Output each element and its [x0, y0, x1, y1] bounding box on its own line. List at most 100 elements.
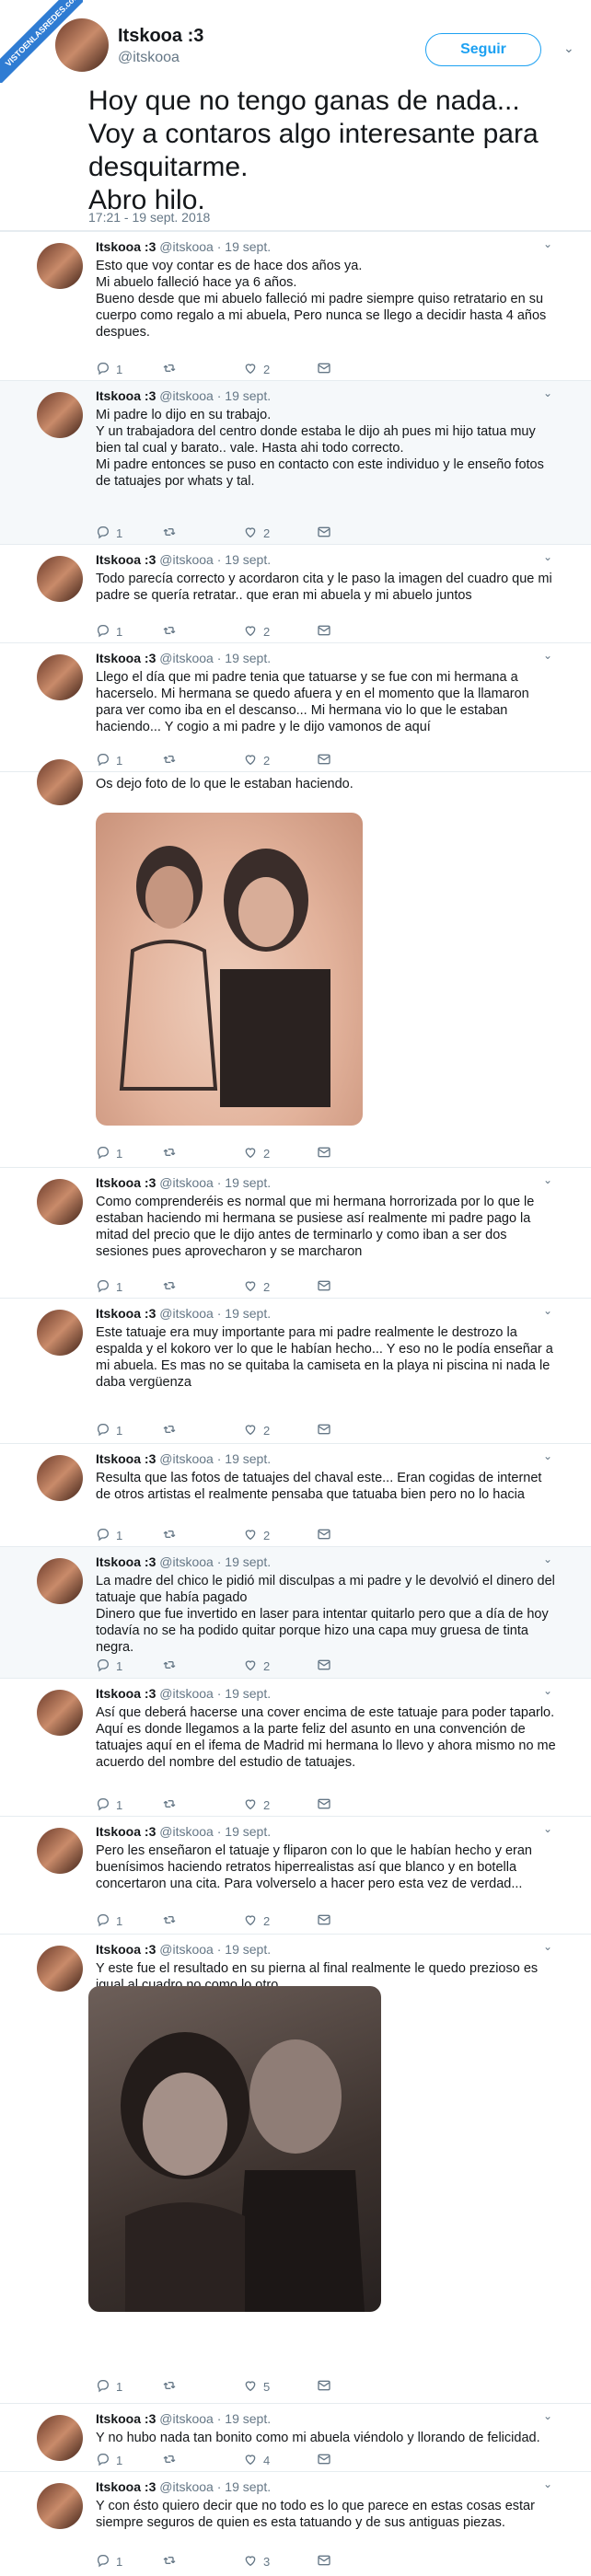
reply-button[interactable]: 1	[96, 1278, 122, 1296]
display-name[interactable]: Itskooa :3	[96, 1175, 156, 1190]
reply-button[interactable]: 1	[96, 1145, 122, 1162]
tweet-date[interactable]: 19 sept.	[225, 1686, 271, 1701]
tweet[interactable]: Itskooa :3 @itskooa · 19 sept. ⌄ Pero les …	[0, 1816, 591, 1934]
reply-button[interactable]: 1	[96, 2378, 122, 2396]
user-handle[interactable]: @itskooa	[159, 552, 214, 567]
retweet-button[interactable]	[162, 525, 182, 542]
tweet-date[interactable]: 19 sept.	[225, 552, 271, 567]
retweet-button[interactable]	[162, 1796, 182, 1814]
retweet-button[interactable]	[162, 1422, 182, 1439]
avatar[interactable]	[37, 556, 83, 602]
chevron-down-icon[interactable]: ⌄	[543, 387, 552, 399]
tweet-date[interactable]: 19 sept.	[225, 1451, 271, 1466]
tweet[interactable]: Itskooa :3 @itskooa · 19 sept. ⌄ Así que d…	[0, 1678, 591, 1816]
message-button[interactable]	[317, 623, 331, 641]
tweet[interactable]: Itskooa :3 @itskooa · 19 sept. ⌄ Mi padre …	[0, 380, 591, 544]
avatar[interactable]	[37, 1946, 83, 1992]
tweet[interactable]: Itskooa :3 @itskooa · 19 sept. ⌄ Y no hubo…	[0, 2403, 591, 2471]
user-handle[interactable]: @itskooa	[159, 2411, 214, 2426]
retweet-button[interactable]	[162, 1527, 182, 1544]
tweet[interactable]: Itskooa :3 @itskooa · 19 sept. ⌄ Y este fu…	[0, 1934, 591, 2403]
chevron-down-icon[interactable]: ⌄	[543, 1173, 552, 1186]
like-button[interactable]: 2	[243, 752, 270, 769]
tweet[interactable]: Itskooa :3 @itskooa · 19 sept. ⌄ Y con ést…	[0, 2471, 591, 2576]
like-button[interactable]: 2	[243, 1422, 270, 1439]
user-handle[interactable]: @itskooa	[159, 651, 214, 665]
reply-button[interactable]: 1	[96, 1422, 122, 1439]
tweet[interactable]: Itskooa :3 @itskooa · 19 sept. ⌄ Llego el …	[0, 642, 591, 771]
like-button[interactable]: 3	[243, 2553, 270, 2570]
user-handle[interactable]: @itskooa	[118, 50, 180, 66]
reply-button[interactable]: 1	[96, 1912, 122, 1930]
user-handle[interactable]: @itskooa	[159, 239, 214, 254]
avatar[interactable]	[37, 2415, 83, 2461]
like-button[interactable]: 5	[243, 2378, 270, 2396]
like-button[interactable]: 4	[243, 2452, 270, 2469]
display-name[interactable]: Itskooa :3	[96, 1451, 156, 1466]
like-button[interactable]: 2	[243, 1278, 270, 1296]
user-handle[interactable]: @itskooa	[159, 1686, 214, 1701]
display-name[interactable]: Itskooa :3	[96, 239, 156, 254]
reply-button[interactable]: 1	[96, 752, 122, 769]
display-name[interactable]: Itskooa :3	[96, 1306, 156, 1321]
message-button[interactable]	[317, 2378, 331, 2396]
retweet-button[interactable]	[162, 1278, 182, 1296]
user-handle[interactable]: @itskooa	[159, 1554, 214, 1569]
avatar[interactable]	[55, 18, 109, 72]
tweet-date[interactable]: 19 sept.	[225, 651, 271, 665]
avatar[interactable]	[37, 392, 83, 438]
message-button[interactable]	[317, 1912, 331, 1930]
reply-button[interactable]: 1	[96, 1658, 122, 1675]
tweet-date[interactable]: 19 sept.	[225, 1175, 271, 1190]
reply-button[interactable]: 1	[96, 361, 122, 378]
chevron-down-icon[interactable]: ⌄	[543, 1450, 552, 1462]
like-button[interactable]: 2	[243, 525, 270, 542]
tweet[interactable]: Os dejo foto de lo que le estaban hacien…	[0, 759, 591, 1167]
display-name[interactable]: Itskooa :3	[96, 552, 156, 567]
tweet-date[interactable]: 19 sept.	[225, 1824, 271, 1839]
tweet-date[interactable]: 19 sept.	[225, 1554, 271, 1569]
chevron-down-icon[interactable]: ⌄	[543, 237, 552, 250]
chevron-down-icon[interactable]: ⌄	[543, 2409, 552, 2422]
message-button[interactable]	[317, 1527, 331, 1544]
chevron-down-icon[interactable]: ⌄	[543, 1822, 552, 1835]
tweet[interactable]: Itskooa :3 @itskooa · 19 sept. ⌄ Como comp…	[0, 1167, 591, 1298]
retweet-button[interactable]	[162, 361, 182, 378]
like-button[interactable]: 2	[243, 1527, 270, 1544]
retweet-button[interactable]	[162, 623, 182, 641]
like-button[interactable]: 2	[243, 1145, 270, 1162]
message-button[interactable]	[317, 1796, 331, 1814]
message-button[interactable]	[317, 1658, 331, 1675]
display-name[interactable]: Itskooa :3	[96, 2411, 156, 2426]
retweet-button[interactable]	[162, 1145, 182, 1162]
tattoo-photo[interactable]	[96, 813, 363, 1126]
reply-button[interactable]: 1	[96, 1527, 122, 1544]
user-handle[interactable]: @itskooa	[159, 1824, 214, 1839]
tweet-timestamp[interactable]: 17:21 - 19 sept. 2018	[88, 210, 210, 225]
chevron-down-icon[interactable]: ⌄	[543, 1940, 552, 1953]
reply-button[interactable]: 1	[96, 2452, 122, 2469]
follow-button[interactable]: Seguir	[425, 33, 541, 66]
display-name[interactable]: Itskooa :3	[96, 388, 156, 403]
retweet-button[interactable]	[162, 2378, 182, 2396]
tweet-date[interactable]: 19 sept.	[225, 239, 271, 254]
user-handle[interactable]: @itskooa	[159, 1451, 214, 1466]
display-name[interactable]: Itskooa :3	[96, 1554, 156, 1569]
chevron-down-icon[interactable]: ⌄	[543, 1304, 552, 1317]
display-name[interactable]: Itskooa :3	[96, 1942, 156, 1957]
avatar[interactable]	[37, 1455, 83, 1501]
avatar[interactable]	[37, 1179, 83, 1225]
message-button[interactable]	[317, 752, 331, 769]
retweet-button[interactable]	[162, 752, 182, 769]
display-name[interactable]: Itskooa :3	[96, 651, 156, 665]
tweet-date[interactable]: 19 sept.	[225, 388, 271, 403]
display-name[interactable]: Itskooa :3	[96, 2479, 156, 2494]
like-button[interactable]: 2	[243, 623, 270, 641]
message-button[interactable]	[317, 1422, 331, 1439]
chevron-down-icon[interactable]: ⌄	[543, 649, 552, 662]
message-button[interactable]	[317, 525, 331, 542]
like-button[interactable]: 2	[243, 1912, 270, 1930]
message-button[interactable]	[317, 1278, 331, 1296]
avatar[interactable]	[37, 1690, 83, 1736]
avatar[interactable]	[37, 243, 83, 289]
